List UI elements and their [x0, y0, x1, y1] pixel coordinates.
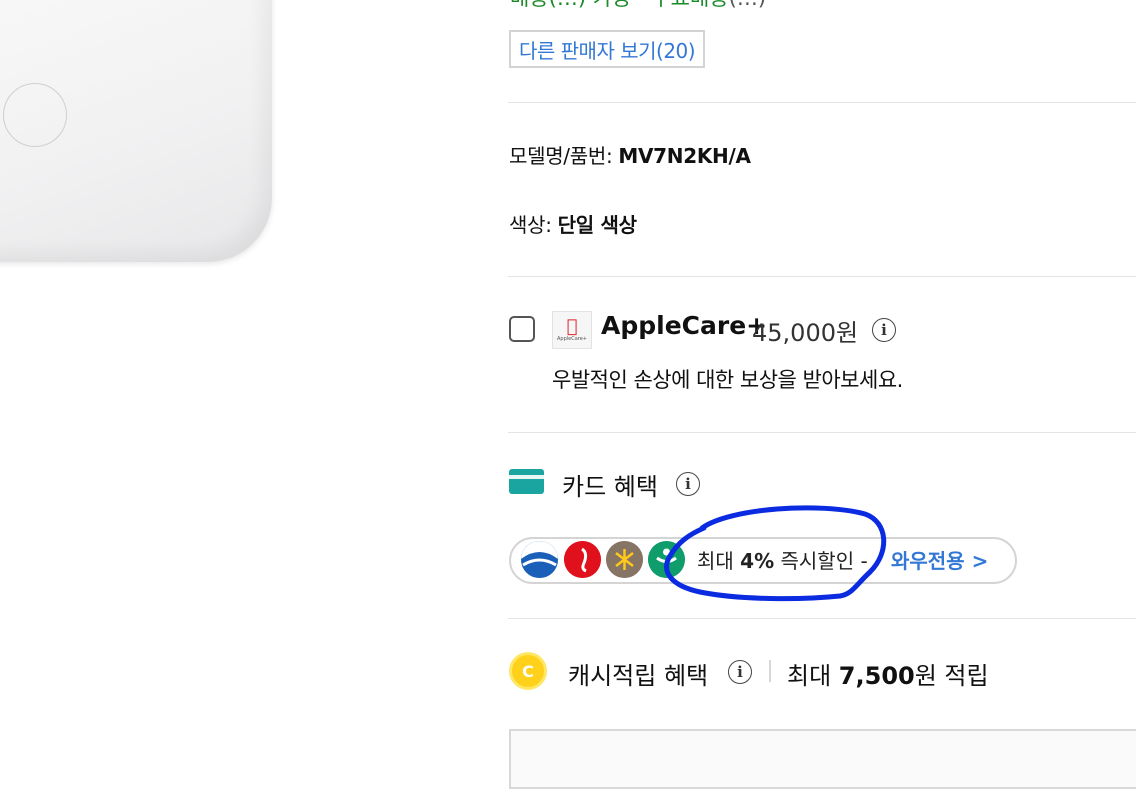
bank-logo-icon	[521, 541, 558, 578]
apple-logo-icon: 	[567, 318, 578, 336]
cash-coin-icon: C	[509, 652, 547, 690]
cash-max-reward: 최대 7,500원 적립	[787, 662, 989, 690]
divider	[508, 618, 1136, 619]
other-sellers-label: 다른 판매자 보기(20)	[519, 38, 696, 63]
cash-benefits-title: 캐시적립 혜택	[568, 662, 709, 690]
wow-member-link[interactable]: 와우전용 >	[891, 545, 988, 574]
case-pairing-button	[3, 83, 67, 147]
divider	[508, 102, 1136, 103]
annotation-circle	[664, 505, 887, 602]
other-sellers-button[interactable]: 다른 판매자 보기(20)	[509, 30, 706, 68]
model-number-row: 모델명/품번: MV7N2KH/A	[509, 140, 751, 169]
cash-benefits-info-icon[interactable]: i	[728, 660, 752, 684]
applecare-info-icon[interactable]: i	[872, 318, 896, 342]
divider	[508, 432, 1136, 433]
applecare-description: 우발적인 손상에 대한 보상을 받아보세요.	[552, 368, 903, 392]
applecare-checkbox[interactable]	[509, 316, 535, 342]
applecare-price: 45,000원	[752, 319, 859, 347]
lotte-card-icon	[564, 541, 601, 578]
applecare-logo:  AppleCare+	[552, 311, 592, 349]
kb-card-icon	[606, 541, 643, 578]
color-label: 색상:	[509, 213, 552, 237]
card-benefits-info-icon[interactable]: i	[676, 472, 700, 496]
divider	[508, 276, 1136, 277]
model-number-value: MV7N2KH/A	[618, 144, 751, 168]
model-number-label: 모델명/품번:	[509, 144, 613, 168]
credit-card-icon	[509, 469, 544, 494]
shipping-info-partial: 배송(…) 가능 · 무료배송(…)	[510, 0, 766, 12]
color-row: 색상: 단일 색상	[509, 209, 637, 238]
separator	[769, 660, 771, 682]
option-select-box[interactable]	[509, 729, 1136, 789]
card-benefits-title: 카드 혜택	[562, 473, 658, 501]
applecare-title: AppleCare+	[601, 311, 768, 340]
applecare-logo-text: AppleCare+	[557, 336, 587, 342]
color-value: 단일 색상	[557, 213, 637, 237]
